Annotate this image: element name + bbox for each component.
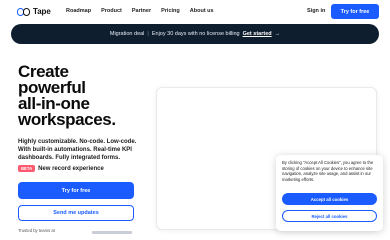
nav-links: Roadmap Product Partner Pricing About us [66, 8, 214, 14]
brand-name: Tape [33, 7, 51, 16]
migration-banner: Migration deal | Enjoy 30 days with no l… [11, 24, 379, 44]
try-for-free-button[interactable]: Try for free [18, 182, 134, 199]
reject-cookies-button[interactable]: Reject all cookies [282, 210, 377, 222]
tape-logo-icon [17, 7, 31, 16]
hero-headline: Create powerful all-in-one workspaces. [18, 63, 158, 129]
nav-link-roadmap[interactable]: Roadmap [66, 8, 91, 14]
banner-separator: | [147, 31, 149, 37]
nav-link-pricing[interactable]: Pricing [161, 8, 180, 14]
beta-badge: BETA [18, 165, 36, 172]
trusted-by-label: Trusted by teams at [18, 228, 55, 233]
banner-prefix: Migration deal [109, 31, 145, 37]
nav-link-about[interactable]: About us [190, 8, 214, 14]
hero-subheading: Highly customizable. No-code. Low-code. … [18, 139, 137, 161]
top-nav: Tape Roadmap Product Partner Pricing Abo… [0, 0, 390, 24]
new-feature-text: New record experience [38, 165, 104, 172]
new-feature-row: BETA New record experience [18, 165, 104, 172]
brand-logo[interactable]: Tape [17, 7, 51, 16]
cookie-consent-dialog: By clicking "Accept All Cookies", you ag… [276, 155, 383, 231]
nav-link-partner[interactable]: Partner [132, 8, 151, 14]
sign-in-link[interactable]: Sign in [307, 8, 325, 14]
customer-logos [92, 231, 132, 234]
headline-line: workspaces. [18, 110, 116, 129]
banner-get-started-link[interactable]: Get started [243, 31, 272, 37]
arrow-right-icon: → [274, 31, 281, 37]
send-updates-button[interactable]: Send me updates [18, 205, 134, 221]
accept-cookies-button[interactable]: Accept all cookies [282, 193, 377, 205]
cookie-consent-text: By clicking "Accept All Cookies", you ag… [282, 160, 374, 182]
banner-text: Enjoy 30 days with no license billing [151, 31, 240, 37]
try-for-free-nav-button[interactable]: Try for free [331, 4, 379, 19]
nav-link-product[interactable]: Product [101, 8, 122, 14]
